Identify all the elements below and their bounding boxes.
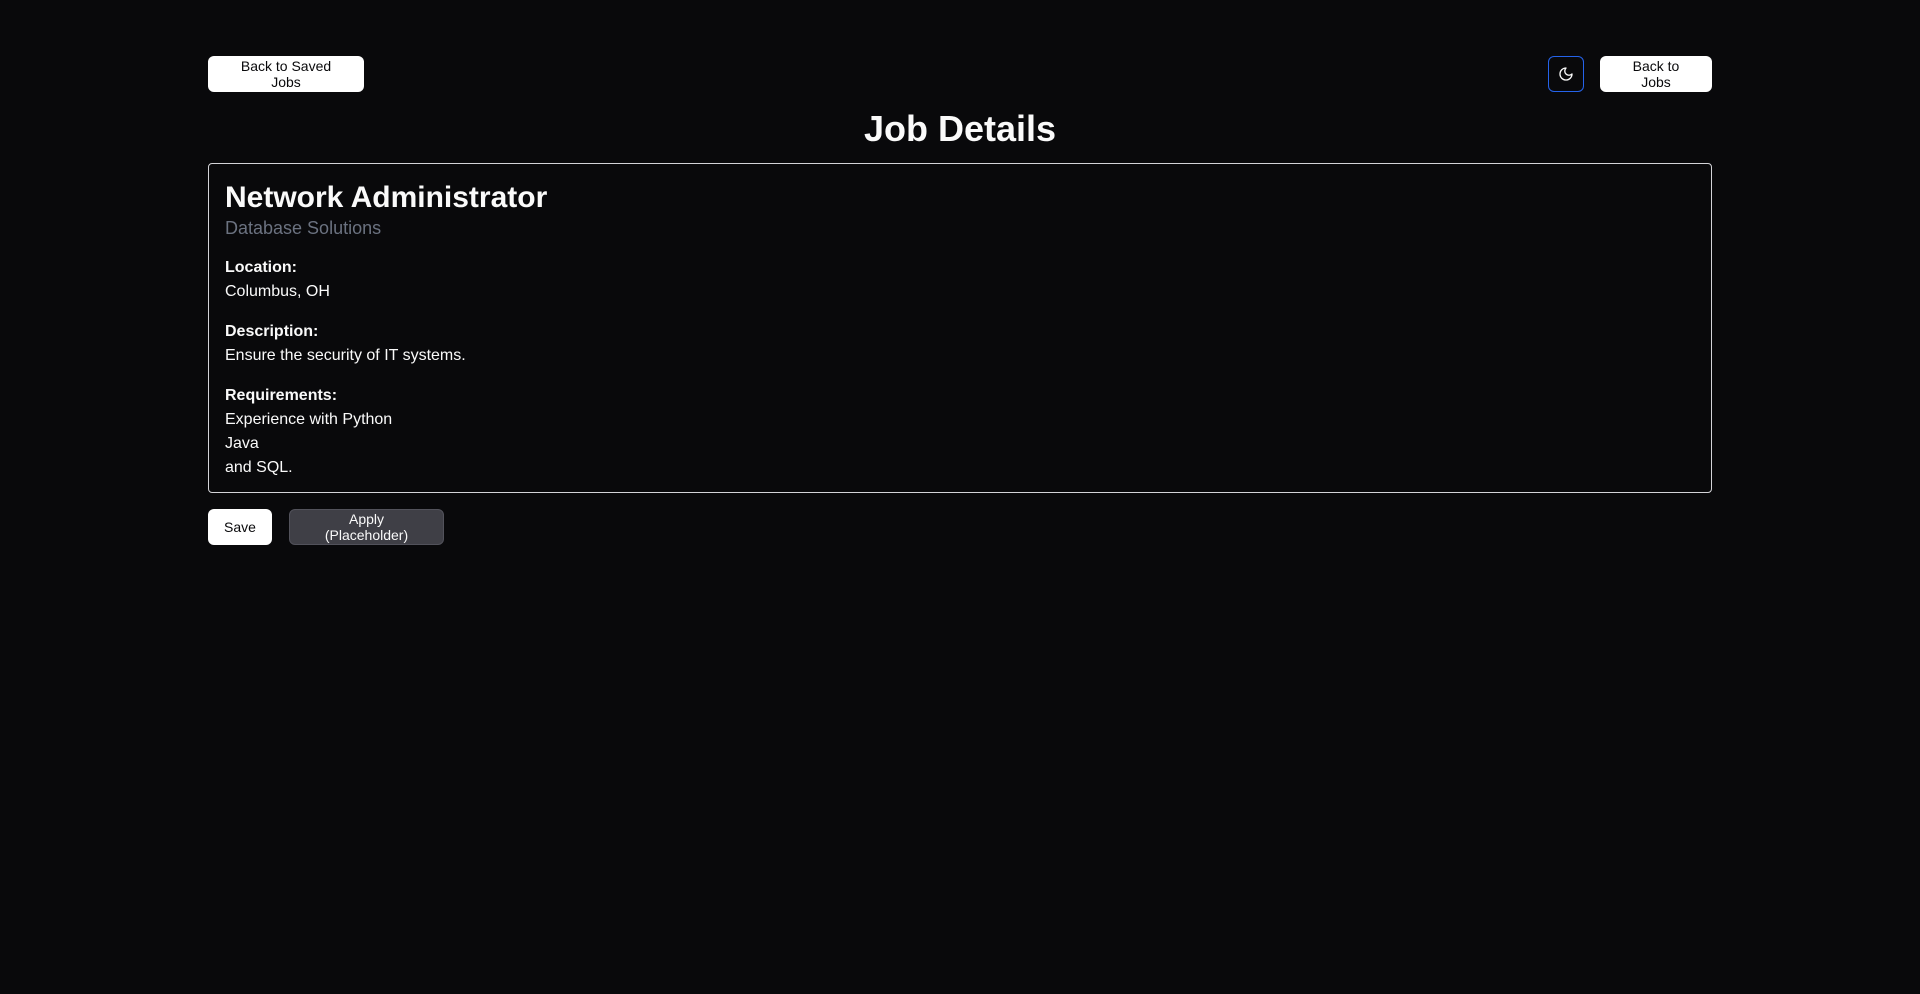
back-to-saved-jobs-button[interactable]: Back to Saved Jobs [208, 56, 364, 92]
top-bar: Back to Saved Jobs Back to Jobs [208, 56, 1712, 92]
requirements-label: Requirements: [225, 387, 338, 404]
back-to-jobs-button[interactable]: Back to Jobs [1600, 56, 1712, 92]
location-label: Location: [225, 259, 297, 276]
theme-toggle-button[interactable] [1548, 56, 1584, 92]
job-actions: Save Apply (Placeholder) [208, 509, 1712, 545]
save-button[interactable]: Save [208, 509, 272, 545]
description-label: Description: [225, 323, 319, 340]
job-details-card: Network Administrator Database Solutions… [208, 163, 1712, 493]
location-value: Columbus, OH [225, 283, 330, 300]
page-title: Job Details [863, 108, 1057, 149]
requirement-item: and SQL. [225, 459, 293, 476]
description-value: Ensure the security of IT systems. [225, 347, 466, 364]
location-section: Location: Columbus, OH [225, 256, 1695, 304]
description-section: Description: Ensure the security of IT s… [225, 320, 1695, 368]
requirements-section: Requirements: Experience with Python Jav… [225, 384, 1695, 480]
requirement-item: Java [225, 435, 259, 452]
moon-icon [1558, 66, 1574, 82]
page-container: Back to Saved Jobs Back to Jobs Job Deta… [208, 56, 1712, 545]
apply-button[interactable]: Apply (Placeholder) [289, 509, 444, 545]
job-title: Network Administrator [225, 181, 548, 214]
requirement-item: Experience with Python [225, 411, 393, 428]
company-name: Database Solutions [225, 218, 382, 238]
